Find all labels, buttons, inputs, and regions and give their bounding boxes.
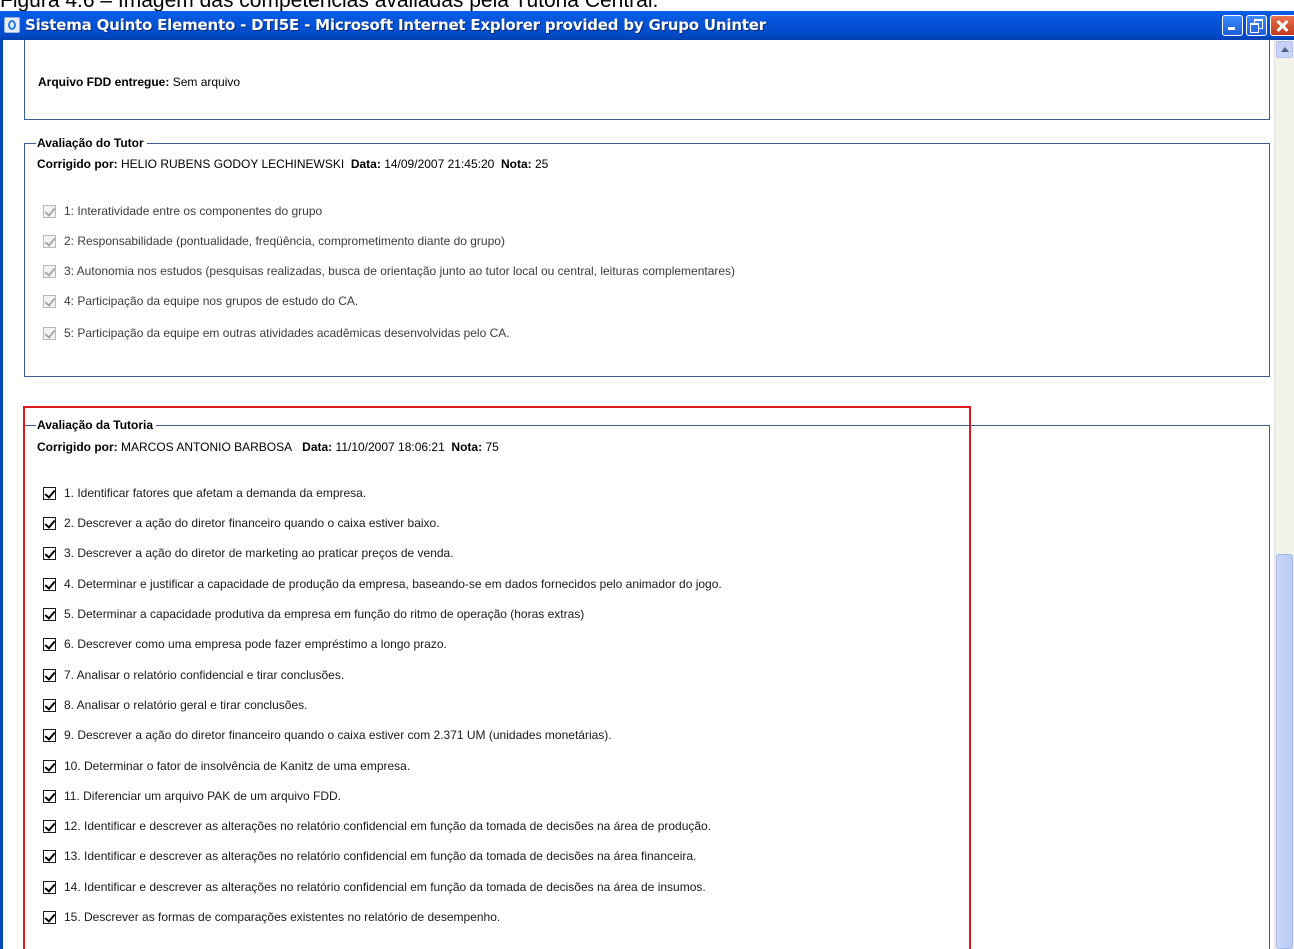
tutor-competency-item: 3: Autonomia nos estudos (pesquisas real… — [43, 263, 735, 279]
competency-label: 1: Interatividade entre os componentes d… — [64, 204, 323, 218]
tutoria-competency-item[interactable]: 4. Determinar e justificar a capacidade … — [43, 576, 722, 592]
competency-label: 2. Descrever a ação do diretor financeir… — [64, 516, 440, 530]
tutoria-competency-item[interactable]: 6. Descrever como uma empresa pode fazer… — [43, 636, 447, 652]
competency-label: 3. Descrever a ação do diretor de market… — [64, 546, 454, 560]
avaliacao-tutoria-legend: Avaliação da Tutoria — [29, 418, 157, 432]
checked-checkbox[interactable] — [43, 728, 56, 742]
competency-label: 5. Determinar a capacidade produtiva da … — [64, 607, 585, 621]
competency-label: 13. Identificar e descrever as alteraçõe… — [64, 849, 697, 863]
tutoria-competency-item[interactable]: 12. Identificar e descrever as alteraçõe… — [43, 818, 711, 834]
tutoria-competency-item[interactable]: 7. Analisar o relatório confidencial e t… — [43, 667, 344, 683]
tutor-meta: Corrigido por: HELIO RUBENS GODOY LECHIN… — [37, 157, 548, 171]
corrigido-value: MARCOS ANTONIO BARBOSA — [121, 440, 293, 454]
checked-checkbox[interactable] — [43, 910, 56, 924]
corrigido-value: HELIO RUBENS GODOY LECHINEWSKI — [121, 157, 345, 171]
tutor-competency-item: 1: Interatividade entre os componentes d… — [43, 203, 322, 219]
close-button[interactable] — [1270, 15, 1294, 36]
competency-label: 14. Identificar e descrever as alteraçõe… — [64, 880, 706, 894]
checked-checkbox[interactable] — [43, 516, 56, 530]
competency-label: 2: Responsabilidade (pontualidade, freqü… — [64, 234, 505, 248]
tutoria-competency-item[interactable]: 15. Descrever as formas de comparações e… — [43, 909, 500, 925]
competency-label: 5: Participação da equipe em outras ativ… — [64, 326, 510, 340]
tutoria-competency-item[interactable]: 11. Diferenciar um arquivo PAK de um arq… — [43, 788, 341, 804]
checked-checkbox-disabled — [43, 294, 56, 308]
competency-label: 4: Participação da equipe nos grupos de … — [64, 294, 359, 308]
minimize-button[interactable] — [1222, 15, 1243, 36]
tutoria-competency-item[interactable]: 13. Identificar e descrever as alteraçõe… — [43, 848, 696, 864]
checked-checkbox[interactable] — [43, 849, 56, 863]
nota-value: 25 — [535, 157, 549, 171]
checked-checkbox[interactable] — [43, 577, 56, 591]
corrigido-label: Corrigido por: — [37, 157, 118, 171]
competency-label: 1. Identificar fatores que afetam a dema… — [64, 486, 367, 500]
avaliacao-tutor-panel: Avaliação do Tutor — [24, 136, 1270, 377]
checked-checkbox[interactable] — [43, 698, 56, 712]
checked-checkbox-disabled — [43, 234, 56, 248]
tutoria-competency-item[interactable]: 8. Analisar o relatório geral e tirar co… — [43, 697, 307, 713]
tutor-competency-item: 2: Responsabilidade (pontualidade, freqü… — [43, 233, 505, 249]
checked-checkbox-disabled — [43, 264, 56, 278]
tutoria-meta: Corrigido por: MARCOS ANTONIO BARBOSA Da… — [37, 440, 499, 454]
tutoria-competency-item[interactable]: 5. Determinar a capacidade produtiva da … — [43, 606, 584, 622]
checked-checkbox[interactable] — [43, 607, 56, 621]
competency-label: 8. Analisar o relatório geral e tirar co… — [64, 698, 308, 712]
competency-label: 10. Determinar o fator de insolvência de… — [64, 759, 411, 773]
nota-label: Nota: — [451, 440, 483, 454]
window-titlebar[interactable]: Sistema Quinto Elemento - DTI5E - Micros… — [0, 11, 1294, 40]
arquivo-label: Arquivo FDD entregue: — [38, 75, 170, 89]
tutoria-competency-item[interactable]: 14. Identificar e descrever as alteraçõe… — [43, 879, 706, 895]
scrollbar-thumb[interactable] — [1276, 554, 1293, 949]
corrigido-label: Corrigido por: — [37, 440, 118, 454]
data-value: 11/10/2007 18:06:21 — [335, 440, 445, 454]
tutoria-competency-item[interactable]: 1. Identificar fatores que afetam a dema… — [43, 485, 366, 501]
checked-checkbox[interactable] — [43, 880, 56, 894]
checked-checkbox[interactable] — [43, 789, 56, 803]
checked-checkbox[interactable] — [43, 637, 56, 651]
arquivo-fdd-line: Arquivo FDD entregue: Sem arquivo — [38, 75, 240, 89]
avaliacao-tutoria-panel: Avaliação da Tutoria — [24, 418, 1270, 949]
competency-label: 4. Determinar e justificar a capacidade … — [64, 577, 722, 591]
figure-caption: Figura 4.6 – Imagem das competências ava… — [0, 0, 1294, 11]
checked-checkbox-disabled — [43, 204, 56, 218]
competency-label: 15. Descrever as formas de comparações e… — [64, 910, 501, 924]
checked-checkbox[interactable] — [43, 668, 56, 682]
avaliacao-tutor-legend: Avaliação do Tutor — [30, 136, 147, 150]
nota-label: Nota: — [500, 157, 532, 171]
data-label: Data: — [350, 157, 381, 171]
checked-checkbox[interactable] — [43, 759, 56, 773]
data-value: 14/09/2007 21:45:20 — [384, 157, 495, 171]
restore-button[interactable] — [1246, 15, 1267, 36]
checked-checkbox[interactable] — [43, 486, 56, 500]
tutoria-competency-item[interactable]: 10. Determinar o fator de insolvência de… — [43, 758, 410, 774]
checked-checkbox[interactable] — [43, 819, 56, 833]
competency-label: 11. Diferenciar um arquivo PAK de um arq… — [64, 789, 342, 803]
data-label: Data: — [302, 440, 333, 454]
window-title: Sistema Quinto Elemento - DTI5E - Micros… — [25, 16, 766, 34]
scroll-up-arrow-icon[interactable] — [1276, 41, 1293, 58]
competency-label: 6. Descrever como uma empresa pode fazer… — [64, 637, 447, 651]
tutor-competency-item: 5: Participação da equipe em outras ativ… — [43, 325, 510, 341]
checked-checkbox-disabled — [43, 326, 56, 340]
tutor-competency-item: 4: Participação da equipe nos grupos de … — [43, 293, 358, 309]
internet-explorer-icon — [4, 17, 20, 33]
arquivo-value: Sem arquivo — [172, 75, 241, 89]
checked-checkbox[interactable] — [43, 546, 56, 560]
competency-label: 7. Analisar o relatório confidencial e t… — [64, 668, 345, 682]
competency-label: 9. Descrever a ação do diretor financeir… — [64, 728, 612, 742]
competency-label: 3: Autonomia nos estudos (pesquisas real… — [64, 264, 736, 278]
nota-value: 75 — [485, 440, 499, 454]
competency-label: 12. Identificar e descrever as alteraçõe… — [64, 819, 712, 833]
tutoria-competency-item[interactable]: 9. Descrever a ação do diretor financeir… — [43, 727, 612, 743]
tutoria-competency-item[interactable]: 2. Descrever a ação do diretor financeir… — [43, 515, 440, 531]
tutoria-competency-item[interactable]: 3. Descrever a ação do diretor de market… — [43, 545, 454, 561]
vertical-scrollbar[interactable] — [1274, 40, 1294, 949]
